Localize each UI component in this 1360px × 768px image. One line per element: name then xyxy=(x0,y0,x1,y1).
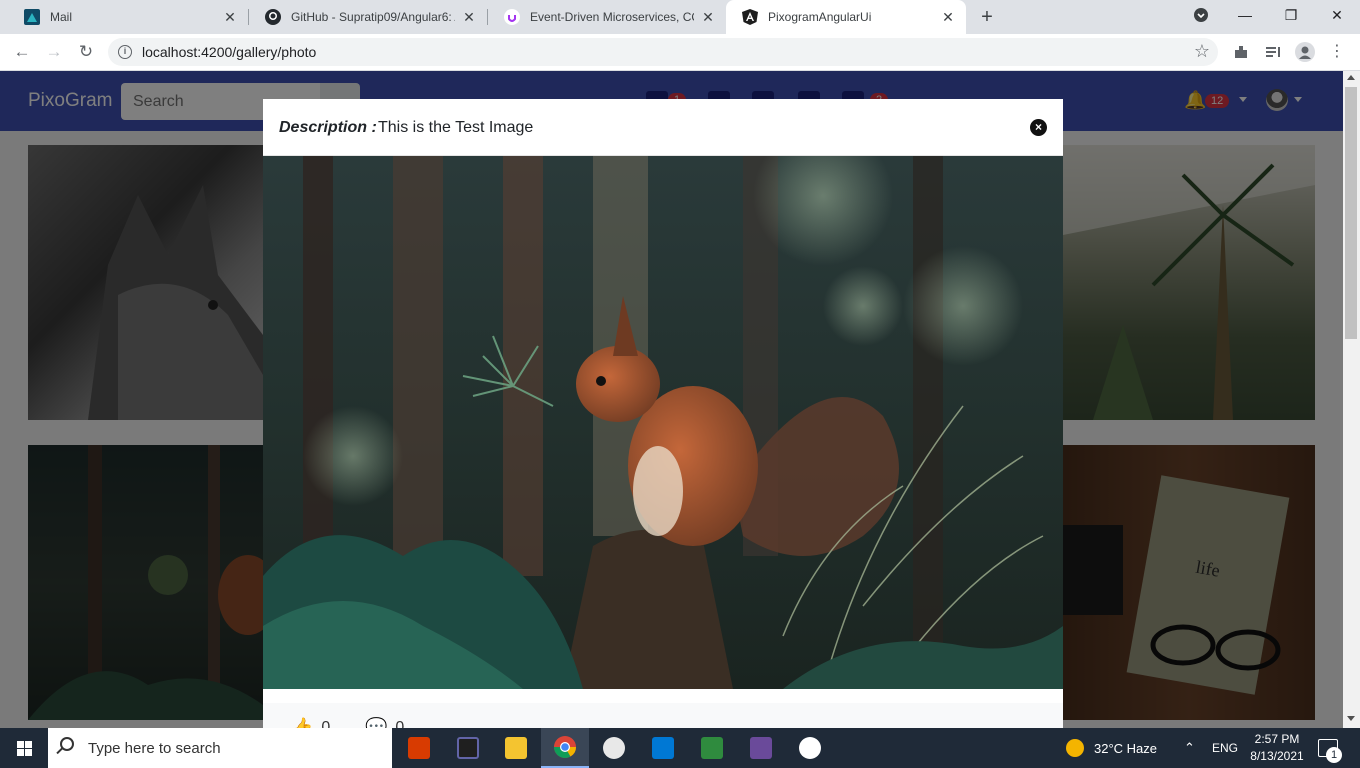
profile-icon[interactable] xyxy=(1294,41,1316,63)
close-tab-icon[interactable]: ✕ xyxy=(940,9,956,25)
weather-text: 32°C Haze xyxy=(1094,740,1158,756)
start-button[interactable] xyxy=(0,728,48,768)
notes-app[interactable] xyxy=(688,728,736,768)
tab-mail[interactable]: Mail ✕ xyxy=(8,0,248,34)
leaf-icon xyxy=(799,737,821,759)
page-viewport: PixoGram 1 2 🔔 12 xyxy=(0,71,1343,728)
scroll-down-icon[interactable] xyxy=(1347,716,1355,721)
maximize-button[interactable]: ❐ xyxy=(1268,0,1314,30)
windows-taskbar: Type here to search 32°C Haze ⌃ ENG 2:57… xyxy=(0,728,1360,768)
action-center-badge: 1 xyxy=(1326,747,1342,763)
description-label: Description : xyxy=(279,119,377,136)
vscode-icon xyxy=(652,737,674,759)
modal-header: Description : This is the Test Image × xyxy=(263,99,1063,156)
minimize-button[interactable]: — xyxy=(1222,0,1268,30)
close-tab-icon[interactable]: ✕ xyxy=(461,9,477,25)
language-indicator[interactable]: ENG xyxy=(1212,728,1238,768)
clock-date: 8/13/2021 xyxy=(1250,749,1304,763)
game-app[interactable] xyxy=(737,728,785,768)
vscode-app[interactable] xyxy=(639,728,687,768)
modal-photo xyxy=(263,126,1063,690)
tab-title: Event-Driven Microservices, CQR xyxy=(530,10,694,24)
browser-tab-strip: Mail ✕ GitHub - Supratip09/Angular6: A ✕… xyxy=(0,0,1360,34)
like-count: 0 xyxy=(321,718,331,729)
like-button[interactable]: 👍 0 xyxy=(291,717,330,728)
teams-app[interactable] xyxy=(444,728,492,768)
chrome-app[interactable] xyxy=(541,728,589,768)
udemy-icon xyxy=(504,9,520,25)
windows-logo-icon xyxy=(16,740,32,756)
new-tab-button[interactable]: + xyxy=(976,6,998,28)
site-info-icon[interactable]: i xyxy=(118,45,132,59)
weather-widget[interactable]: 32°C Haze xyxy=(1066,728,1157,768)
slack-icon xyxy=(603,737,625,759)
address-bar[interactable]: i localhost:4200/gallery/photo ☆ xyxy=(108,38,1218,66)
file-explorer-app[interactable] xyxy=(492,728,540,768)
scroll-up-icon[interactable] xyxy=(1347,75,1355,80)
chrome-menu-icon[interactable]: ⋮ xyxy=(1326,41,1348,63)
folder-icon xyxy=(505,737,527,759)
close-tab-icon[interactable]: ✕ xyxy=(700,9,716,25)
tab-search-icon[interactable] xyxy=(1178,0,1224,30)
description-value: This is the Test Image xyxy=(378,119,534,136)
mail-icon xyxy=(24,9,40,25)
clock-time: 2:57 PM xyxy=(1254,732,1300,746)
system-clock[interactable]: 2:57 PM 8/13/2021 xyxy=(1246,731,1308,765)
game-icon xyxy=(750,737,772,759)
close-modal-icon[interactable]: × xyxy=(1030,119,1047,136)
office-icon xyxy=(408,737,430,759)
chrome-icon xyxy=(554,736,576,758)
tab-title: PixogramAngularUi xyxy=(768,10,872,24)
photo-modal: Description : This is the Test Image × 👍… xyxy=(263,99,1063,728)
mongodb-app[interactable] xyxy=(786,728,834,768)
search-icon xyxy=(60,737,74,751)
office-app[interactable] xyxy=(395,728,443,768)
back-icon[interactable]: ← xyxy=(8,38,36,66)
taskbar-search[interactable]: Type here to search xyxy=(48,728,392,768)
slack-app[interactable] xyxy=(590,728,638,768)
angular-icon xyxy=(742,9,758,25)
github-icon xyxy=(265,9,281,25)
chevron-up-icon[interactable]: ⌃ xyxy=(1184,728,1195,768)
tab-title: GitHub - Supratip09/Angular6: A xyxy=(291,10,455,24)
comments-icon: 💬 xyxy=(365,717,388,728)
close-window-button[interactable]: ✕ xyxy=(1314,0,1360,30)
comment-button[interactable]: 💬 0 xyxy=(365,717,404,728)
taskbar-search-text: Type here to search xyxy=(88,740,221,757)
browser-toolbar: ← → ↻ i localhost:4200/gallery/photo ☆ ⋮ xyxy=(0,34,1360,71)
tab-pixogram[interactable]: PixogramAngularUi ✕ xyxy=(726,0,966,34)
url-text: localhost:4200/gallery/photo xyxy=(142,44,317,60)
close-tab-icon[interactable]: ✕ xyxy=(222,9,238,25)
tab-github[interactable]: GitHub - Supratip09/Angular6: A ✕ xyxy=(249,0,487,34)
bookmark-star-icon[interactable]: ☆ xyxy=(1194,41,1210,62)
tab-udemy[interactable]: Event-Driven Microservices, CQR ✕ xyxy=(488,0,726,34)
reload-icon[interactable]: ↻ xyxy=(72,38,100,66)
modal-footer: 👍 0 💬 0 xyxy=(263,689,1063,728)
comment-count: 0 xyxy=(395,718,405,729)
forward-icon[interactable]: → xyxy=(40,38,68,66)
extensions-icon[interactable] xyxy=(1230,41,1252,63)
scroll-thumb[interactable] xyxy=(1345,87,1357,339)
thumbs-up-icon: 👍 xyxy=(291,717,314,728)
teams-icon xyxy=(457,737,479,759)
chart-icon xyxy=(701,737,723,759)
tab-title: Mail xyxy=(50,10,73,24)
page-scrollbar[interactable] xyxy=(1343,71,1360,728)
reading-list-icon[interactable] xyxy=(1262,41,1284,63)
squirrel-photo xyxy=(263,126,1063,690)
weather-icon xyxy=(1066,739,1084,757)
